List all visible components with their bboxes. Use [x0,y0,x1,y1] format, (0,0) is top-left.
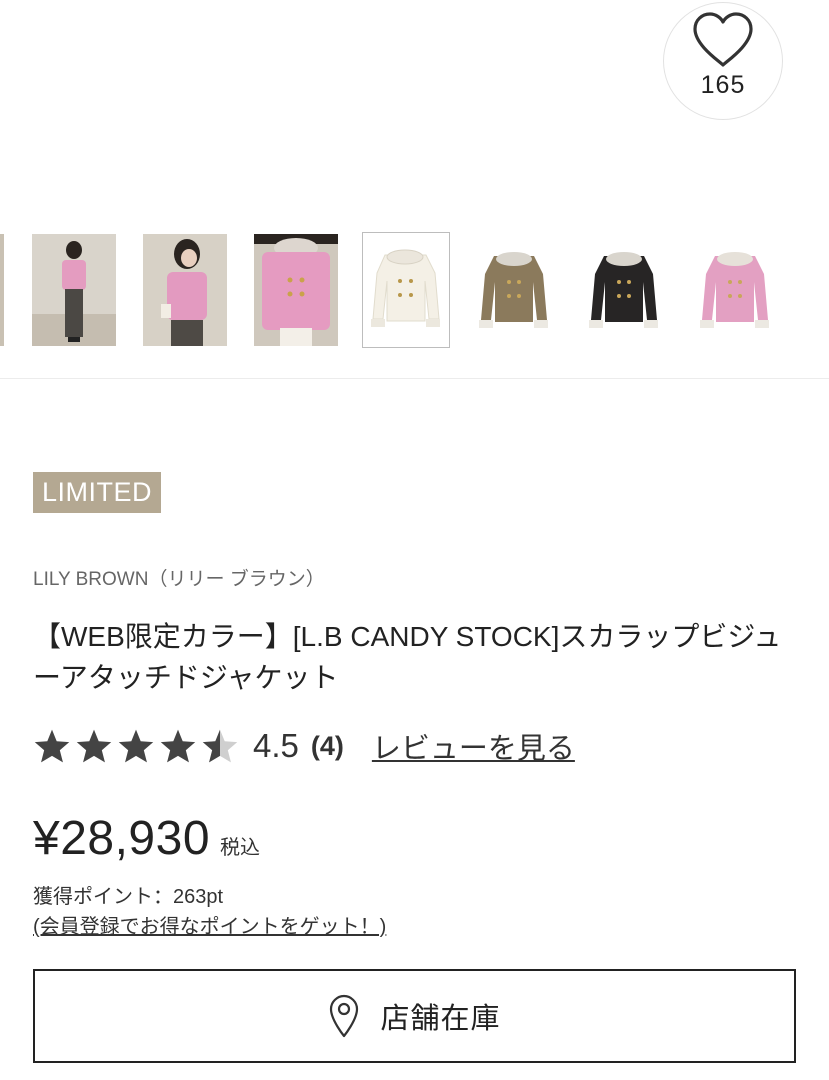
star-icon [160,729,196,763]
rating-stars [33,728,239,764]
earned-points: 獲得ポイント：263pt [33,886,224,908]
gallery-thumb[interactable] [472,234,556,346]
price-value: ¥28,930 [33,812,211,865]
star-icon [118,729,154,763]
view-reviews-link[interactable]: レビューを見る [372,725,575,767]
map-pin-icon [330,994,359,1038]
star-icon [76,729,112,763]
heart-outline-icon [693,12,753,67]
gallery-thumb-partial[interactable] [0,234,4,346]
favorite-button[interactable]: 165 [663,2,783,120]
section-divider [0,378,829,379]
star-icon [34,729,70,763]
gallery-thumb[interactable] [693,234,777,346]
gallery-thumb[interactable] [143,234,227,346]
tax-label: 税込 [220,837,261,859]
product-title: 【WEB限定カラー】[L.B CANDY STOCK]スカラップビジューアタッチ… [33,621,782,693]
brand-name[interactable]: LILY BROWN（リリー ブラウン） [33,564,325,591]
image-gallery [0,232,829,352]
store-stock-button[interactable]: 店舗在庫 [33,969,796,1063]
favorite-count: 165 [700,71,746,99]
gallery-thumb-selected[interactable] [362,232,450,348]
limited-badge: LIMITED [33,472,162,513]
star-half-icon [202,729,238,763]
store-stock-label: 店舗在庫 [380,1003,501,1035]
price-row: ¥28,930 税込 [33,811,260,866]
rating-row: 4.5 (4) レビューを見る [33,724,575,768]
gallery-thumb[interactable] [254,234,338,346]
rating-value: 4.5 [253,727,299,764]
gallery-thumb[interactable] [32,234,116,346]
gallery-thumb[interactable] [582,234,666,346]
review-count: (4) [310,730,344,761]
member-registration-link[interactable]: (会員登録でお得なポイントをゲット！) [33,910,386,939]
